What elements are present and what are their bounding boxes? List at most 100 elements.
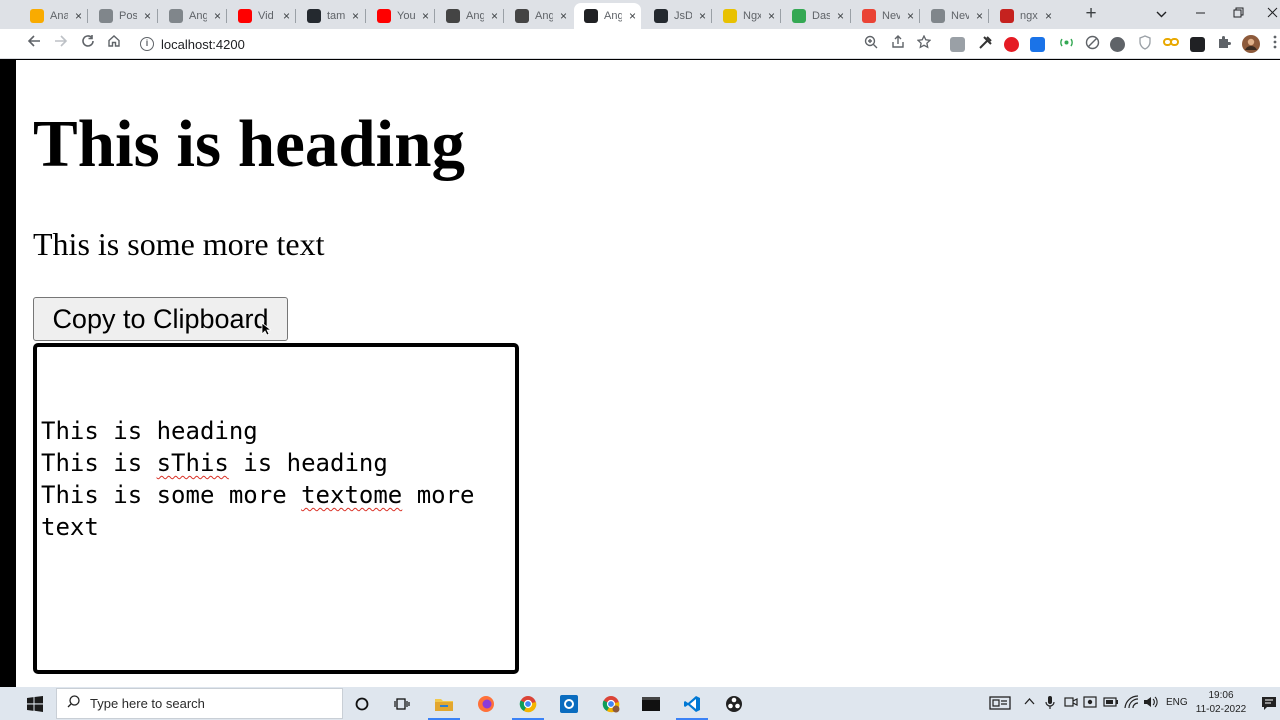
browser-tab[interactable]: Ana × [20, 3, 87, 29]
tab-close-icon[interactable]: × [768, 10, 775, 22]
microphone-icon[interactable] [1045, 695, 1055, 713]
browser-tab[interactable]: Das × [782, 3, 849, 29]
extension-blocked-icon[interactable] [1083, 35, 1101, 53]
browser-tab[interactable]: Pos × [89, 3, 156, 29]
tab-close-icon[interactable]: × [837, 10, 844, 22]
minimize-icon[interactable] [1180, 0, 1220, 29]
extension-3-icon[interactable] [1030, 37, 1045, 52]
tab-close-icon[interactable]: × [283, 10, 290, 22]
outlook-icon[interactable] [549, 687, 589, 720]
textarea-text: This is [41, 449, 157, 477]
clock-time: 19:06 [1208, 690, 1234, 701]
browser-menu-icon[interactable] [1266, 35, 1280, 53]
wifi-icon[interactable] [1124, 695, 1139, 712]
extensions-puzzle-icon[interactable] [1215, 35, 1233, 53]
terminal-icon[interactable] [631, 687, 671, 720]
browser-tab[interactable]: ngx × [990, 3, 1057, 29]
browser-tab[interactable]: You × [367, 3, 434, 29]
news-widget-icon[interactable] [989, 695, 1011, 714]
clipboard-textarea[interactable]: This is heading This is sThis is heading T… [33, 343, 519, 674]
back-arrow-icon[interactable] [23, 33, 45, 55]
tab-close-icon[interactable]: × [1045, 10, 1052, 22]
close-window-icon[interactable] [1252, 0, 1280, 29]
browser-tab[interactable]: Nev × [921, 3, 988, 29]
profile-avatar[interactable] [1242, 35, 1260, 53]
extension-shield-icon[interactable] [1136, 35, 1154, 53]
tab-favicon-icon [862, 9, 876, 23]
extension-opera-icon[interactable] [1004, 37, 1019, 52]
screen-record-icon[interactable] [1083, 695, 1097, 712]
browser-tab[interactable]: Ang × [436, 3, 503, 29]
file-explorer-icon[interactable] [424, 687, 464, 720]
tab-favicon-icon [723, 9, 737, 23]
tab-separator [780, 9, 781, 23]
browser-tab[interactable]: Ang × [505, 3, 572, 29]
meet-now-icon[interactable] [1064, 695, 1078, 712]
tab-separator [434, 9, 435, 23]
extension-tools-icon[interactable] [976, 35, 994, 53]
browser-tab[interactable]: Ngx × [713, 3, 780, 29]
clock-date: 11-02-2022 [1195, 704, 1247, 715]
tab-close-icon[interactable]: × [907, 10, 914, 22]
tab-close-icon[interactable]: × [699, 10, 706, 22]
textarea-line: This is heading [41, 415, 511, 447]
tab-close-icon[interactable]: × [352, 10, 359, 22]
resize-handle-icon[interactable] [506, 661, 514, 669]
tab-close-icon[interactable]: × [491, 10, 498, 22]
tab-close-icon[interactable]: × [214, 10, 221, 22]
battery-icon[interactable] [1103, 696, 1119, 711]
tab-favicon-icon [515, 9, 529, 23]
show-hidden-icons-icon[interactable] [1024, 696, 1035, 708]
volume-icon[interactable] [1143, 695, 1158, 712]
browser-tab[interactable]: Nev × [852, 3, 919, 29]
tab-close-icon[interactable]: × [976, 10, 983, 22]
share-icon[interactable] [889, 35, 907, 53]
copy-to-clipboard-button[interactable]: Copy to Clipboard [33, 297, 288, 341]
site-info-icon[interactable]: i [140, 37, 154, 51]
tab-search-chevron-icon[interactable] [1141, 0, 1181, 29]
notifications-icon[interactable] [1261, 695, 1277, 714]
textarea-text: This is heading [41, 417, 258, 445]
tab-close-icon[interactable]: × [560, 10, 567, 22]
extension-broadcast-icon[interactable] [1057, 35, 1075, 53]
browser-tab[interactable]: Vid × [228, 3, 295, 29]
chrome-icon[interactable] [508, 687, 548, 720]
reload-icon[interactable] [77, 33, 99, 55]
vscode-icon[interactable] [672, 687, 712, 720]
browser-tab[interactable]: tam × [297, 3, 364, 29]
zoom-icon[interactable] [862, 35, 880, 53]
tab-favicon-icon [792, 9, 806, 23]
tab-separator [711, 9, 712, 23]
taskbar-search-box[interactable]: Type here to search [56, 688, 343, 719]
bookmark-star-icon[interactable] [915, 34, 933, 53]
tab-separator [157, 9, 158, 23]
textarea-line: This is some more textome more [41, 479, 511, 511]
chrome-profile-icon[interactable] [591, 687, 631, 720]
forward-arrow-icon[interactable] [50, 33, 72, 55]
extension-link-icon[interactable] [1162, 35, 1180, 53]
firefox-icon[interactable] [466, 687, 506, 720]
extension-circle-icon[interactable] [1110, 37, 1125, 52]
page-paragraph: This is some more text [33, 226, 325, 262]
windows-start-icon[interactable] [14, 687, 56, 720]
tab-close-icon[interactable]: × [422, 10, 429, 22]
task-view-icon[interactable] [382, 687, 422, 720]
misspelled-word: textome [301, 481, 403, 509]
tab-close-icon[interactable]: × [75, 10, 82, 22]
home-icon[interactable] [103, 33, 125, 55]
tab-close-icon[interactable]: × [144, 10, 151, 22]
extension-1-icon[interactable] [950, 37, 965, 52]
browser-tab[interactable]: JsD × [644, 3, 711, 29]
tab-close-icon[interactable]: × [629, 10, 636, 22]
tab-favicon-icon [99, 9, 113, 23]
new-tab-button[interactable]: + [1080, 3, 1102, 25]
language-indicator[interactable]: ENG [1166, 697, 1188, 708]
obs-icon[interactable] [714, 687, 754, 720]
browser-tab[interactable]: Ang × [159, 3, 226, 29]
page-viewport: This is heading This is some more text C… [16, 60, 1280, 687]
cortana-icon[interactable] [342, 687, 382, 720]
browser-tab[interactable]: Ang × [574, 3, 641, 29]
address-bar[interactable]: i localhost:4200 [132, 32, 940, 56]
system-clock[interactable]: 19:06 11-02-2022 [1192, 689, 1250, 717]
extension-dark-icon[interactable] [1190, 37, 1205, 52]
